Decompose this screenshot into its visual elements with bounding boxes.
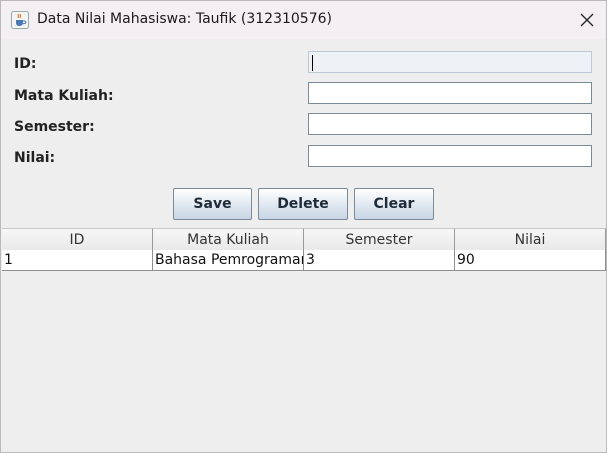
- window-title: Data Nilai Mahasiswa: Taufik (312310576): [37, 11, 332, 27]
- clear-button[interactable]: Clear: [354, 188, 434, 220]
- id-field[interactable]: [308, 51, 592, 73]
- table-row[interactable]: 1 Bahasa Pemrograman 3 90: [2, 250, 606, 272]
- column-header-nilai[interactable]: Nilai: [455, 228, 606, 251]
- id-label: ID:: [14, 56, 37, 72]
- table-header: ID Mata Kuliah Semester Nilai: [2, 228, 606, 251]
- cell-id[interactable]: 1: [2, 250, 153, 271]
- column-header-mata-kuliah[interactable]: Mata Kuliah: [153, 228, 304, 251]
- semester-label: Semester:: [14, 119, 95, 135]
- close-button[interactable]: [568, 5, 606, 35]
- column-header-id[interactable]: ID: [2, 228, 153, 251]
- nilai-field[interactable]: [308, 145, 592, 167]
- cell-semester[interactable]: 3: [304, 250, 455, 271]
- column-header-semester[interactable]: Semester: [304, 228, 455, 251]
- text-caret: [312, 55, 313, 71]
- app-window: Data Nilai Mahasiswa: Taufik (312310576)…: [0, 0, 607, 453]
- cell-nilai[interactable]: 90: [455, 250, 606, 271]
- semester-field[interactable]: [308, 113, 592, 135]
- mata-kuliah-label: Mata Kuliah:: [14, 88, 114, 104]
- java-cup-icon: [11, 11, 29, 29]
- close-icon: [580, 13, 594, 27]
- nilai-label: Nilai:: [14, 150, 56, 166]
- cell-mata-kuliah[interactable]: Bahasa Pemrograman: [153, 250, 304, 271]
- title-bar[interactable]: Data Nilai Mahasiswa: Taufik (312310576): [1, 1, 606, 39]
- save-button[interactable]: Save: [173, 188, 252, 220]
- delete-button[interactable]: Delete: [258, 188, 348, 220]
- mata-kuliah-field[interactable]: [308, 82, 592, 104]
- data-table[interactable]: ID Mata Kuliah Semester Nilai 1 Bahasa P…: [2, 228, 606, 272]
